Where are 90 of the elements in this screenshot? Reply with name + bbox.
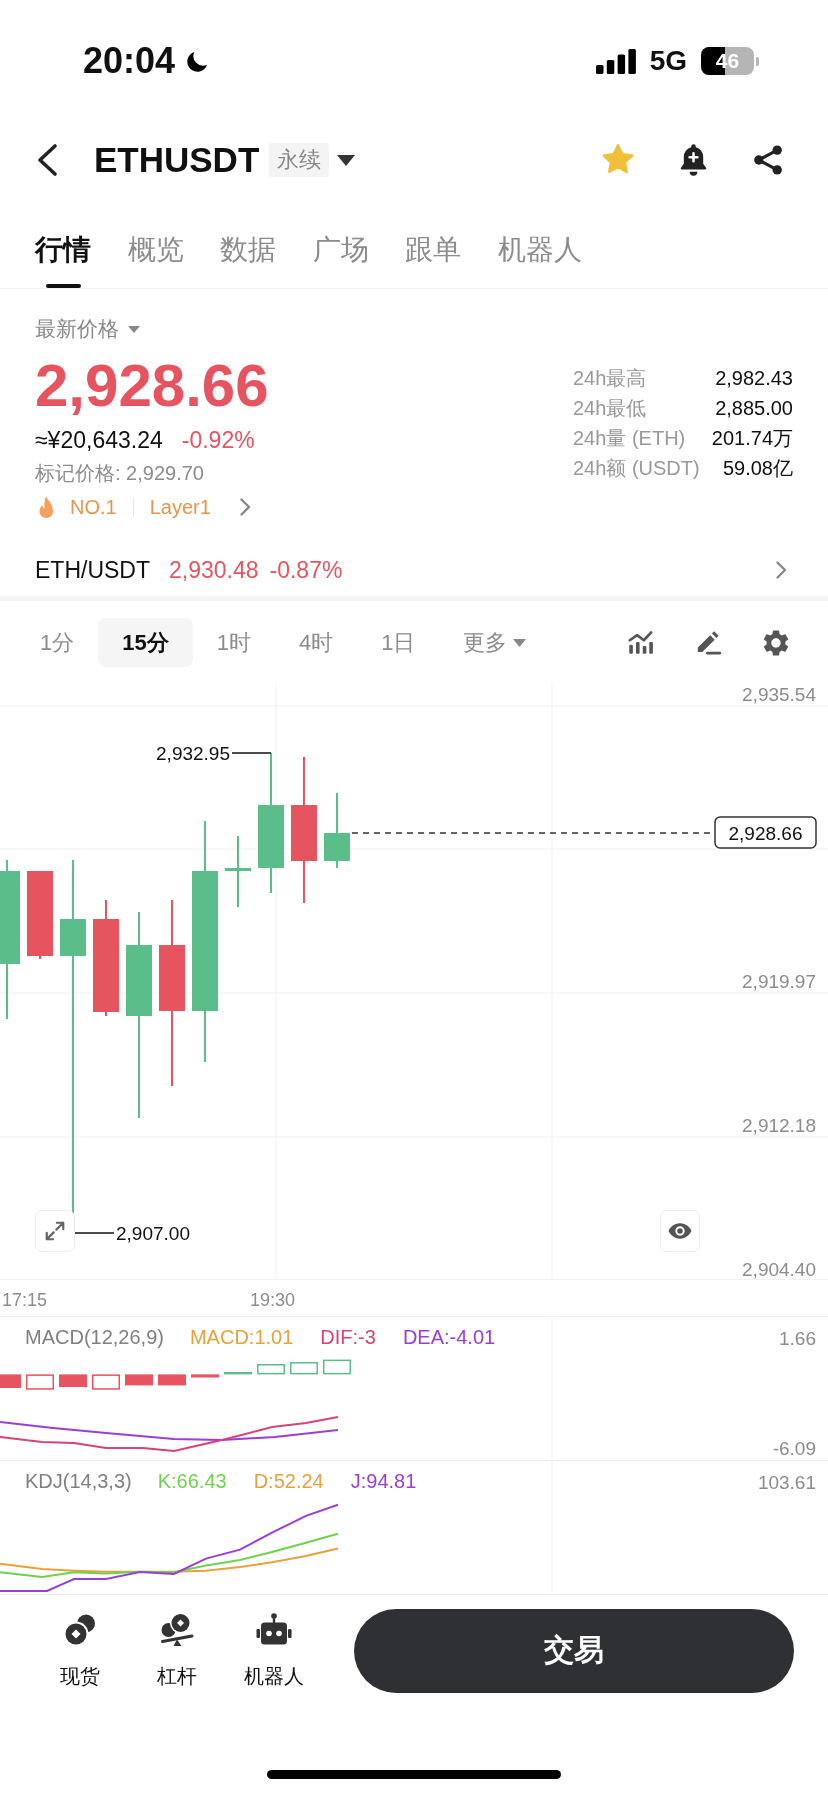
macd-title: MACD(12,26,9) — [25, 1326, 164, 1349]
network-type: 5G — [649, 45, 687, 77]
price-axis-label: 2,919.97 — [742, 971, 816, 992]
nav-item[interactable]: 现货 — [31, 1613, 128, 1688]
stat-value: 201.74万 — [711, 426, 793, 451]
coin-seesaw-icon — [159, 1613, 194, 1647]
leader-line — [231, 752, 272, 754]
stat-label: 24h额 (USDT) — [573, 456, 700, 481]
back-icon[interactable] — [36, 143, 58, 177]
spot-pair: ETH/USDT — [35, 556, 150, 584]
kdj-legend-value: K:66.43 — [157, 1470, 227, 1493]
stat-label: 24h最低 — [573, 396, 648, 421]
time-axis-label: 17:15 — [2, 1289, 48, 1311]
eye-button[interactable] — [660, 1210, 700, 1252]
nav-item[interactable]: 机器人 — [225, 1613, 322, 1688]
last-price: 2,928.66 — [35, 354, 269, 418]
mark-price: 标记价格: 2,929.70 — [35, 460, 204, 486]
histogram-bar — [290, 1362, 318, 1375]
histogram-bar — [0, 1374, 21, 1388]
price-axis-label: 2,912.18 — [742, 1115, 816, 1136]
tab[interactable]: 跟单 — [405, 220, 461, 288]
status-time: 20:04 — [83, 41, 176, 81]
signal-icon — [595, 48, 636, 74]
macd-legend-value: DIF:-3 — [320, 1326, 376, 1349]
histogram-bar — [224, 1372, 252, 1375]
kdj-axis-label: 103.61 — [757, 1472, 816, 1493]
histogram-bar — [125, 1374, 153, 1386]
histogram-bar — [92, 1374, 120, 1390]
symbol-title: ETHUSDT — [94, 140, 260, 180]
kdj-legend-value: D:52.24 — [253, 1470, 324, 1493]
interval-tab[interactable]: 1时 — [192, 618, 275, 667]
caret-icon — [513, 638, 527, 647]
tab[interactable]: 机器人 — [497, 220, 582, 288]
stat-label: 24h最高 — [573, 366, 648, 391]
price-change: -0.92% — [181, 426, 255, 454]
robot-icon — [255, 1613, 292, 1647]
interval-tab[interactable]: 4时 — [275, 618, 358, 667]
tab[interactable]: 行情 — [35, 220, 91, 288]
chevron-right-icon[interactable] — [238, 497, 251, 517]
fiat-price: ≈¥20,643.24 — [35, 426, 163, 454]
spot-change: -0.87% — [269, 556, 343, 584]
macd-axis-label: -6.09 — [772, 1438, 816, 1459]
histogram-bar — [59, 1374, 87, 1387]
price-type-dropdown[interactable]: 最新价格 — [35, 314, 140, 344]
low-price-label: 2,907.00 — [116, 1223, 190, 1244]
settings-icon[interactable] — [763, 629, 789, 656]
coins-icon — [62, 1613, 97, 1647]
leader-line — [74, 1232, 115, 1234]
stat-value: 59.08亿 — [722, 456, 793, 481]
caret-icon[interactable] — [337, 154, 356, 166]
stat-value: 2,982.43 — [715, 366, 793, 391]
macd-legend-value: DEA:-4.01 — [402, 1326, 496, 1349]
pencil-icon[interactable] — [695, 629, 722, 656]
trade-button[interactable]: 交易 — [354, 1608, 794, 1693]
price-axis-label: 2,935.54 — [742, 684, 816, 705]
bell-plus-icon[interactable] — [678, 142, 709, 178]
macd-axis-label: 1.66 — [779, 1328, 816, 1349]
chevron-right-icon[interactable] — [775, 560, 787, 580]
histogram-bar — [257, 1364, 285, 1375]
high-price-label: 2,932.95 — [156, 743, 230, 764]
histogram-bar — [26, 1374, 54, 1390]
histogram-bar — [191, 1374, 219, 1378]
interval-tab[interactable]: 1分 — [16, 618, 99, 667]
caret-icon — [128, 325, 140, 333]
nav-item[interactable]: 杠杆 — [128, 1613, 225, 1688]
interval-tab[interactable]: 1日 — [357, 618, 440, 667]
share-icon[interactable] — [751, 143, 785, 177]
stat-label: 24h量 (ETH) — [573, 426, 687, 451]
bar-line-chart-icon[interactable] — [627, 629, 654, 656]
price-axis-label: 2,904.40 — [742, 1259, 816, 1280]
expand-icon — [44, 1220, 66, 1242]
kdj-title: KDJ(14,3,3) — [25, 1470, 132, 1493]
current-price-tag: 2,928.66 — [714, 816, 817, 849]
interval-tab[interactable]: 15分 — [98, 618, 193, 667]
histogram-bar — [158, 1374, 186, 1386]
time-axis-label: 19:30 — [250, 1289, 296, 1311]
tab[interactable]: 概览 — [127, 220, 184, 288]
rank-tag: NO.1 — [70, 495, 117, 519]
interval-tab[interactable]: 更多 — [439, 618, 551, 667]
expand-button[interactable] — [35, 1210, 75, 1252]
histogram-bar — [323, 1359, 351, 1375]
tab[interactable]: 数据 — [220, 220, 276, 288]
macd-legend-value: MACD:1.01 — [189, 1326, 294, 1349]
spot-price: 2,930.48 — [169, 556, 259, 584]
eye-icon — [668, 1223, 692, 1239]
contract-type-tag: 永续 — [269, 143, 330, 177]
kdj-legend-value: J:94.81 — [350, 1470, 417, 1493]
sector-tag: Layer1 — [149, 495, 211, 519]
stat-value: 2,885.00 — [715, 396, 793, 421]
tab[interactable]: 广场 — [312, 220, 369, 288]
